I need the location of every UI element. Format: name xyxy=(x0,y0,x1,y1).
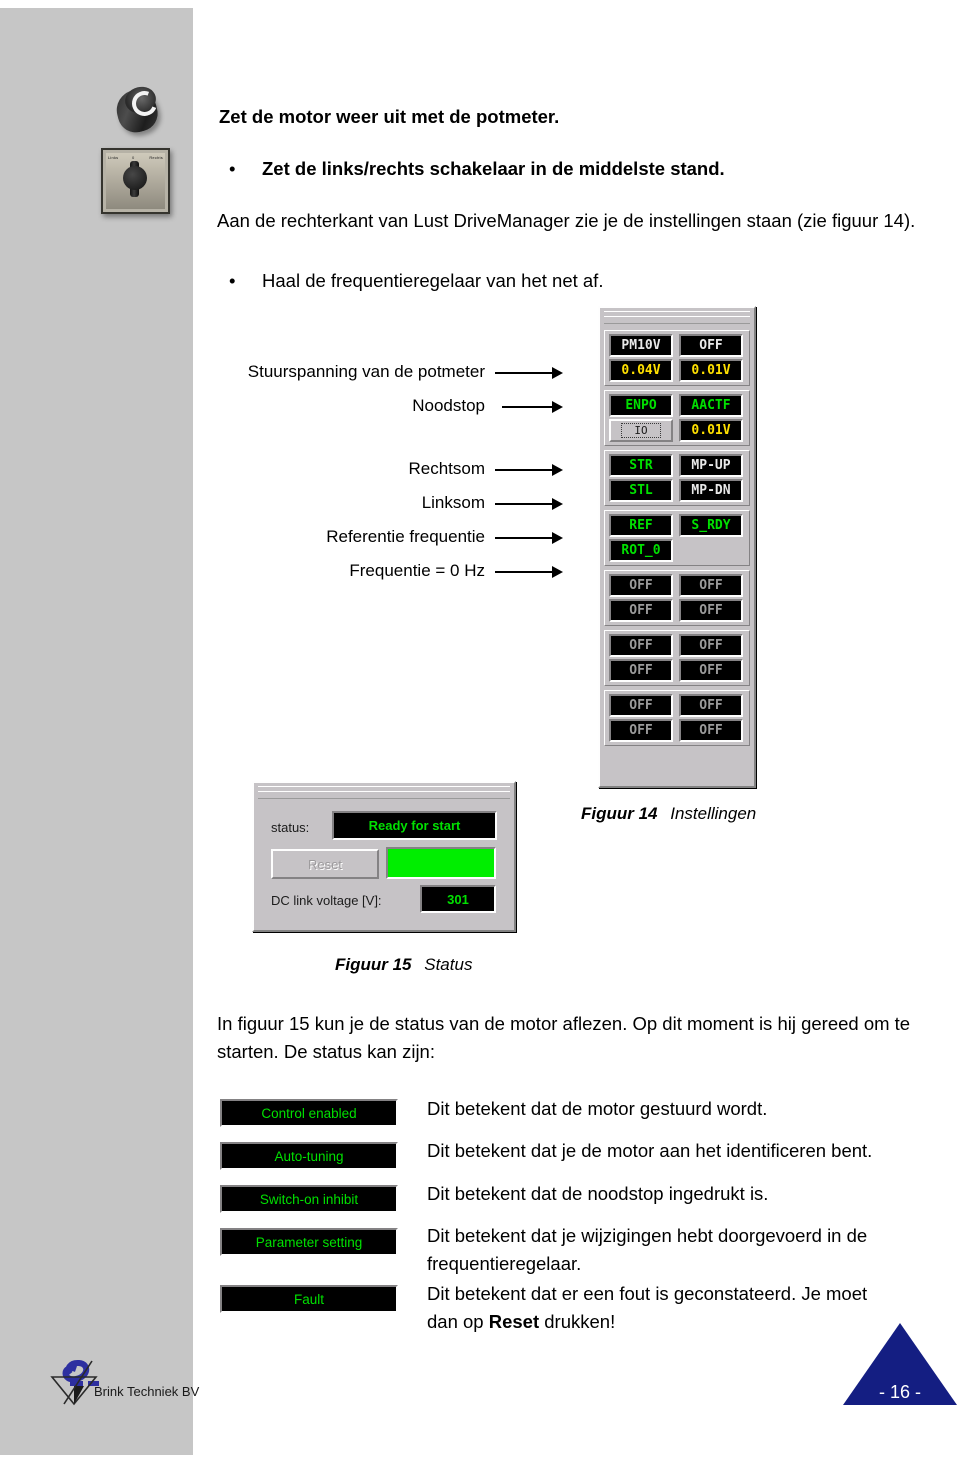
io-button-label: IO xyxy=(621,423,661,438)
led-off-8[interactable]: OFF xyxy=(679,659,743,682)
footer-company-name: Brink Techniek BV xyxy=(94,1384,200,1399)
switch-label-center: 0 xyxy=(132,155,135,160)
page-top-margin xyxy=(0,0,193,8)
led-stl[interactable]: STL xyxy=(609,479,673,502)
potentiometer-knob-photo xyxy=(111,82,163,140)
reset-button[interactable]: Reset xyxy=(271,849,379,879)
brink-techniek-logo: Brink Techniek BV xyxy=(46,1352,200,1408)
status-button-switch-on-inhibit[interactable]: Switch-on inhibit xyxy=(220,1185,398,1213)
led-aactf[interactable]: AACTF xyxy=(679,394,743,417)
status-button-control-enabled[interactable]: Control enabled xyxy=(220,1099,398,1127)
figure-15-number: Figuur 15 xyxy=(335,955,412,974)
led-value-0-01v-a[interactable]: 0.01V xyxy=(679,359,743,382)
brink-logo-mark xyxy=(50,1359,99,1406)
status-green-bar xyxy=(386,847,496,879)
callout-label-frequentie-nul: Frequentie = 0 Hz xyxy=(349,561,485,580)
status-button-fault[interactable]: Fault xyxy=(220,1285,398,1313)
led-group-enable: ENPO AACTF IO 0.01V xyxy=(604,390,750,446)
body-paragraph-line-2: starten. De status kan zijn: xyxy=(217,1041,435,1062)
led-value-0-04v[interactable]: 0.04V xyxy=(609,359,673,382)
dc-link-voltage-value: 301 xyxy=(420,885,496,913)
callout-label-noodstop: Noodstop xyxy=(412,396,485,415)
page-bottom-margin xyxy=(0,1455,193,1462)
led-off-3[interactable]: OFF xyxy=(609,599,673,622)
status-desc-parameter-setting-line-2: frequentieregelaar. xyxy=(427,1253,582,1274)
led-str[interactable]: STR xyxy=(609,454,673,477)
callout-arrow-noodstop xyxy=(502,401,563,413)
lust-drivemanager-status-panel[interactable]: status: Ready for start Reset DC link vo… xyxy=(252,781,516,932)
status-button-auto-tuning[interactable]: Auto-tuning xyxy=(220,1142,398,1170)
led-ref[interactable]: REF xyxy=(609,514,673,537)
led-group-rotation: STR MP-UP STL MP-DN xyxy=(604,450,750,506)
figure-14-caption: Figuur 14 Instellingen xyxy=(581,804,756,824)
settings-panel-titlebar xyxy=(604,311,750,324)
callout-arrow-rechtsom xyxy=(495,464,563,476)
switch-hub xyxy=(123,166,147,190)
led-off-12[interactable]: OFF xyxy=(679,719,743,742)
status-desc-switch-on-inhibit: Dit betekent dat de noodstop ingedrukt i… xyxy=(427,1183,769,1204)
led-group-aux-1: OFF OFF OFF OFF xyxy=(604,570,750,626)
bullet-glyph-2: • xyxy=(229,270,236,291)
status-panel-titlebar xyxy=(258,786,510,799)
callout-label-linksom: Linksom xyxy=(421,493,485,512)
dc-link-voltage-label: DC link voltage [V]: xyxy=(271,893,382,908)
led-s-rdy[interactable]: S_RDY xyxy=(679,514,743,537)
led-group-aux-2: OFF OFF OFF OFF xyxy=(604,630,750,686)
callout-arrow-referentie-frequentie xyxy=(495,532,563,544)
callout-label-referentie-frequentie: Referentie frequentie xyxy=(326,527,485,546)
status-desc-fault-line-1: Dit betekent dat er een fout is geconsta… xyxy=(427,1283,868,1304)
page-left-band xyxy=(0,0,193,1462)
led-off-5[interactable]: OFF xyxy=(609,634,673,657)
lust-drivemanager-settings-panel[interactable]: PM10V OFF 0.04V 0.01V ENPO AACTF IO 0.01… xyxy=(598,306,756,788)
led-group-analog-in: PM10V OFF 0.04V 0.01V xyxy=(604,330,750,386)
status-desc-auto-tuning: Dit betekent dat je de motor aan het ide… xyxy=(427,1140,873,1161)
fault-desc-prefix: dan op xyxy=(427,1311,489,1332)
status-desc-control-enabled: Dit betekent dat de motor gestuurd wordt… xyxy=(427,1098,768,1119)
io-button[interactable]: IO xyxy=(609,419,673,442)
status-desc-parameter-setting-line-1: Dit betekent dat je wijzigingen hebt doo… xyxy=(427,1225,868,1246)
led-pm10v[interactable]: PM10V xyxy=(609,334,673,357)
callout-arrow-stuurspanning xyxy=(495,367,563,379)
led-group-aux-3: OFF OFF OFF OFF xyxy=(604,690,750,746)
callout-arrow-linksom xyxy=(495,498,563,510)
led-off-7[interactable]: OFF xyxy=(609,659,673,682)
intro-bullet-2: Haal de frequentieregelaar van het net a… xyxy=(262,270,604,291)
led-off-10[interactable]: OFF xyxy=(679,694,743,717)
intro-bullet-1: Zet de links/rechts schakelaar in de mid… xyxy=(262,158,725,179)
left-right-rotary-switch-photo: Links 0 Rechts xyxy=(101,148,170,214)
led-off-1[interactable]: OFF xyxy=(609,574,673,597)
switch-label-right: Rechts xyxy=(149,155,163,160)
led-enpo[interactable]: ENPO xyxy=(609,394,673,417)
switch-label-left: Links xyxy=(108,155,119,160)
intro-line-1: Zet de motor weer uit met de potmeter. xyxy=(219,106,560,127)
led-off-6[interactable]: OFF xyxy=(679,634,743,657)
led-mp-up[interactable]: MP-UP xyxy=(679,454,743,477)
page-number: - 16 - xyxy=(878,1382,921,1402)
fault-desc-suffix: drukken! xyxy=(539,1311,616,1332)
figure-14-number: Figuur 14 xyxy=(581,804,658,823)
led-group-reference: REF S_RDY ROT_0 xyxy=(604,510,750,566)
led-off-11[interactable]: OFF xyxy=(609,719,673,742)
figure-15-title: Status xyxy=(424,955,473,974)
led-off-2[interactable]: OFF xyxy=(679,574,743,597)
body-paragraph-line-1: In figuur 15 kun je de status van de mot… xyxy=(217,1013,911,1034)
led-off-9[interactable]: OFF xyxy=(609,694,673,717)
led-off-top[interactable]: OFF xyxy=(679,334,743,357)
status-button-parameter-setting[interactable]: Parameter setting xyxy=(220,1228,398,1256)
led-mp-dn[interactable]: MP-DN xyxy=(679,479,743,502)
status-value-display: Ready for start xyxy=(332,811,497,840)
figure-15-caption: Figuur 15 Status xyxy=(335,955,472,975)
callout-label-stuurspanning: Stuurspanning van de potmeter xyxy=(247,362,485,381)
status-field-label: status: xyxy=(271,820,310,835)
figure-14-title: Instellingen xyxy=(670,804,757,823)
led-value-0-01v-b[interactable]: 0.01V xyxy=(679,419,743,442)
fault-desc-reset-keyword: Reset xyxy=(488,1311,540,1332)
led-off-4[interactable]: OFF xyxy=(679,599,743,622)
intro-line-2: Aan de rechterkant van Lust DriveManager… xyxy=(217,210,916,231)
callout-arrow-frequentie-nul xyxy=(495,566,563,578)
callout-label-rechtsom: Rechtsom xyxy=(408,459,485,478)
bullet-glyph-1: • xyxy=(229,158,236,179)
led-rot-0[interactable]: ROT_0 xyxy=(609,539,673,562)
